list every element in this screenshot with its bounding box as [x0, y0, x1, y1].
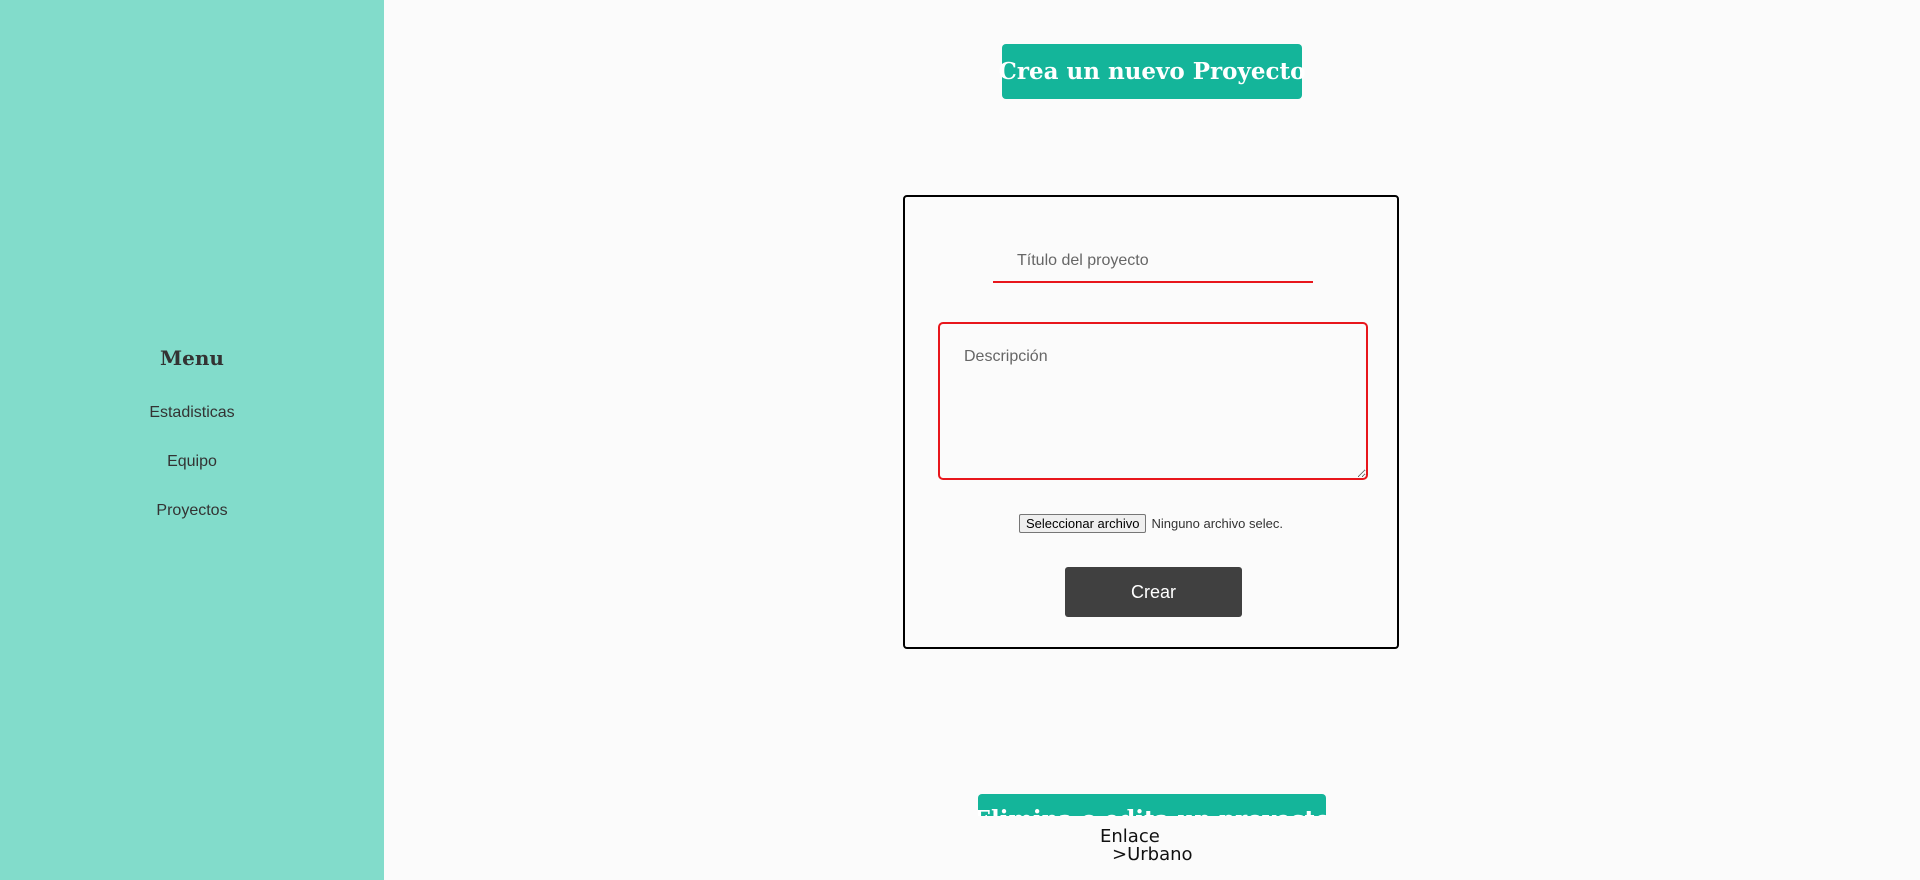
project-title-input[interactable] — [993, 241, 1313, 283]
create-project-heading-button[interactable]: Crea un nuevo Proyecto — [999, 44, 1305, 99]
logo-line-2: >Urbano — [1112, 844, 1193, 865]
create-project-form: Seleccionar archivo Ninguno archivo sele… — [903, 195, 1399, 649]
edit-delete-project-heading-button[interactable]: Elimina o edita un proyecto — [978, 794, 1326, 816]
file-status-text: Ninguno archivo selec. — [1151, 516, 1283, 531]
create-button[interactable]: Crear — [1065, 567, 1242, 617]
select-file-button[interactable]: Seleccionar archivo — [1019, 514, 1147, 533]
sidebar-item-estadisticas[interactable]: Estadisticas — [0, 404, 384, 422]
project-description-textarea[interactable] — [938, 322, 1368, 480]
next-section-clip: Elimina o edita un proyecto — [978, 794, 1326, 816]
sidebar-item-proyectos[interactable]: Proyectos — [0, 502, 384, 520]
sidebar: Menu Estadisticas Equipo Proyectos — [0, 0, 384, 880]
sidebar-item-equipo[interactable]: Equipo — [0, 453, 384, 471]
file-upload-row: Seleccionar archivo Ninguno archivo sele… — [905, 514, 1397, 533]
menu-title: Menu — [160, 346, 224, 370]
enlace-urbano-logo: Enlace >Urbano — [1100, 828, 1220, 864]
